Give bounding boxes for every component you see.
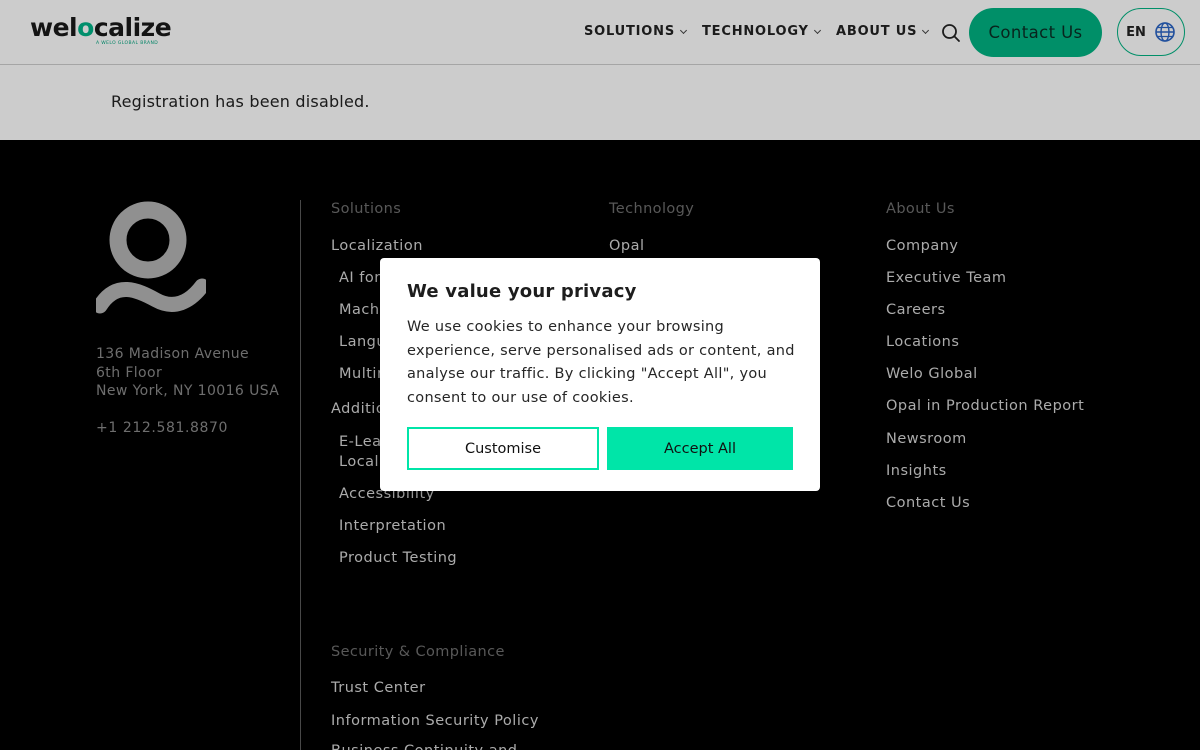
cookie-dialog-title: We value your privacy — [407, 281, 637, 302]
customise-button[interactable]: Customise — [407, 427, 599, 470]
cookie-consent-dialog: We value your privacy We use cookies to … — [380, 258, 820, 491]
modal-backdrop: We value your privacy We use cookies to … — [0, 0, 1200, 750]
cookie-dialog-body: We use cookies to enhance your browsing … — [407, 319, 795, 407]
accept-all-button[interactable]: Accept All — [607, 427, 793, 470]
